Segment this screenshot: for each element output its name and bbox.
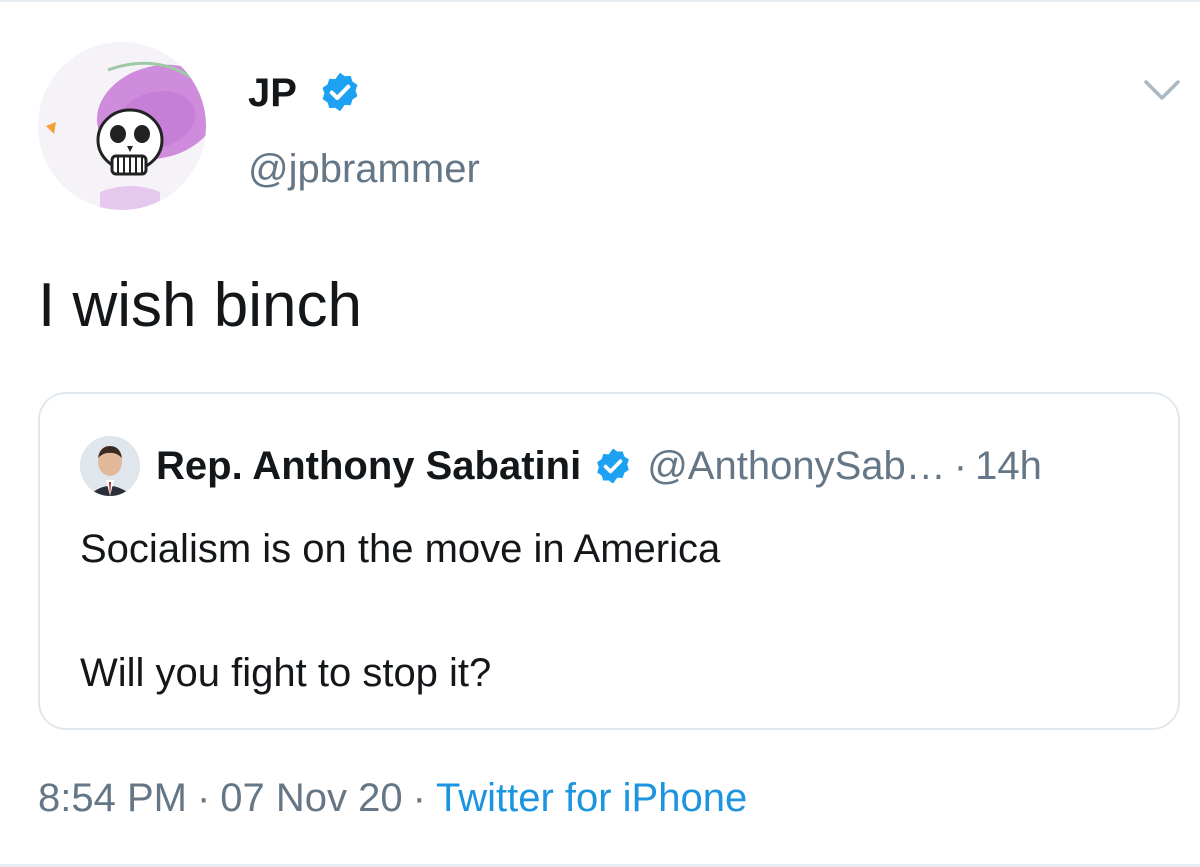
quoted-author-avatar[interactable] bbox=[80, 436, 140, 496]
separator-dot: · bbox=[412, 776, 426, 820]
tweet-time[interactable]: 8:54 PM bbox=[38, 776, 187, 820]
quoted-tweet-time[interactable]: 14h bbox=[975, 444, 1042, 489]
quoted-tweet-text-line-2: Will you fight to stop it? bbox=[80, 651, 492, 695]
tweet-text: I wish binch bbox=[38, 271, 362, 340]
author-display-name[interactable]: JP bbox=[248, 70, 297, 116]
separator-dot: · bbox=[953, 443, 968, 488]
quoted-tweet-card[interactable]: Rep. Anthony Sabatini @AnthonySab… · 14h… bbox=[38, 392, 1180, 730]
quoted-author-handle[interactable]: @AnthonySab… bbox=[647, 444, 946, 489]
verified-badge-icon bbox=[597, 448, 630, 484]
tweet-date[interactable]: 07 Nov 20 bbox=[220, 776, 402, 820]
top-divider bbox=[0, 0, 1200, 2]
separator-dot: · bbox=[196, 776, 211, 820]
tweet-source-link[interactable]: Twitter for iPhone bbox=[436, 776, 747, 820]
tweet-meta: 8:54 PM · 07 Nov 20 · Twitter for iPhone bbox=[38, 774, 747, 822]
quoted-tweet-header: Rep. Anthony Sabatini @AnthonySab… · 14h bbox=[156, 436, 1042, 496]
chevron-down-icon[interactable] bbox=[1140, 70, 1184, 110]
profile-photo-icon bbox=[80, 436, 140, 496]
quoted-tweet-text-line-1: Socialism is on the move in America bbox=[80, 527, 721, 571]
author-handle[interactable]: @jpbrammer bbox=[248, 146, 480, 192]
author-avatar[interactable] bbox=[38, 42, 206, 210]
verified-badge-icon bbox=[322, 72, 358, 112]
quoted-author-display-name[interactable]: Rep. Anthony Sabatini bbox=[156, 444, 581, 489]
skeleton-sombrero-avatar-icon bbox=[38, 42, 206, 210]
